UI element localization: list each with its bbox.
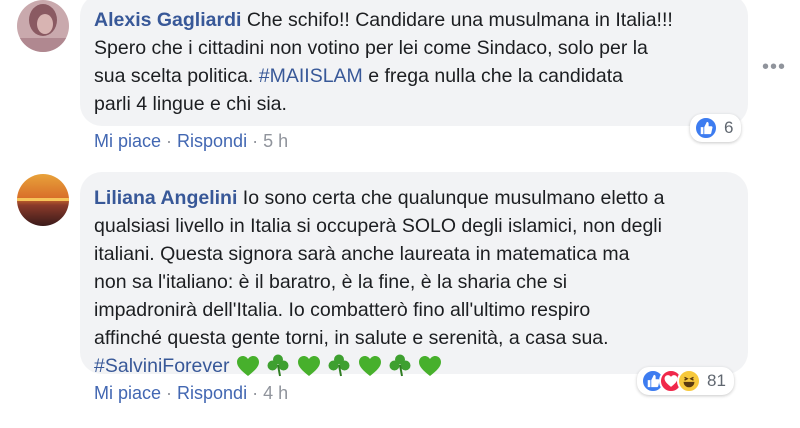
comment-bubble: Alexis Gagliardi Che schifo!! Candidare … [80,0,748,126]
reply-button[interactable]: Rispondi [177,131,247,151]
timestamp[interactable]: 5 h [263,131,288,151]
avatar[interactable] [17,174,69,226]
emoji-row [229,354,442,377]
separator: · [166,383,173,403]
comment-text: non sa l'italiano: è il baratro, è la fi… [94,271,568,293]
comment-text: qualsiasi livello in Italia si occuperà … [94,215,662,237]
separator: · [166,131,173,151]
shamrock-icon [266,353,290,385]
green-heart-icon [358,355,382,385]
comment-text: Io sono certa che qualunque musulmano el… [242,187,665,209]
timestamp[interactable]: 4 h [263,383,288,403]
comment-text: affinché questa gente torni, in salute e… [94,327,609,349]
comment-text: Spero che i cittadini non votino per lei… [94,37,648,59]
hashtag-link[interactable]: #SalviniForever [94,355,229,377]
comment-actions: Mi piace · Rispondi · 5 h [94,131,288,152]
green-heart-icon [297,355,321,385]
separator: · [252,383,259,403]
comment-text: italiani. Questa signora sarà anche laur… [94,243,630,265]
reaction-summary[interactable]: 81 [637,367,734,395]
green-heart-icon [418,355,442,385]
shamrock-icon [327,353,351,385]
comment-bubble: Liliana Angelini Io sono certa che qualu… [80,172,748,377]
comment-text: impadronirà dell'Italia. Io combatterò f… [94,299,591,321]
green-heart-icon [236,355,260,385]
comment-text: sua scelta politica. [94,65,254,87]
reply-button[interactable]: Rispondi [177,383,247,403]
shamrock-icon [388,353,412,385]
comment-author[interactable]: Liliana Angelini [94,187,237,209]
comment-actions: Mi piace · Rispondi · 4 h [94,383,288,404]
like-button[interactable]: Mi piace [94,383,161,403]
comment-author[interactable]: Alexis Gagliardi [94,9,241,31]
separator: · [252,131,259,151]
comment-text: Che schifo!! Candidare una musulmana in … [246,9,673,31]
like-button[interactable]: Mi piace [94,131,161,151]
comment-text: e frega nulla che la candidata [368,65,624,87]
avatar[interactable] [17,0,69,52]
reaction-summary[interactable]: 6 [690,114,742,142]
hashtag-link[interactable]: #MAIISLAM [259,65,363,87]
comment-text: parli 4 lingue e chi sia. [94,93,287,115]
reaction-count: 6 [724,118,734,137]
like-reaction-icon [694,116,718,140]
reaction-count: 81 [707,371,726,390]
haha-reaction-icon [677,369,701,393]
more-options-icon[interactable]: ••• [762,56,786,79]
